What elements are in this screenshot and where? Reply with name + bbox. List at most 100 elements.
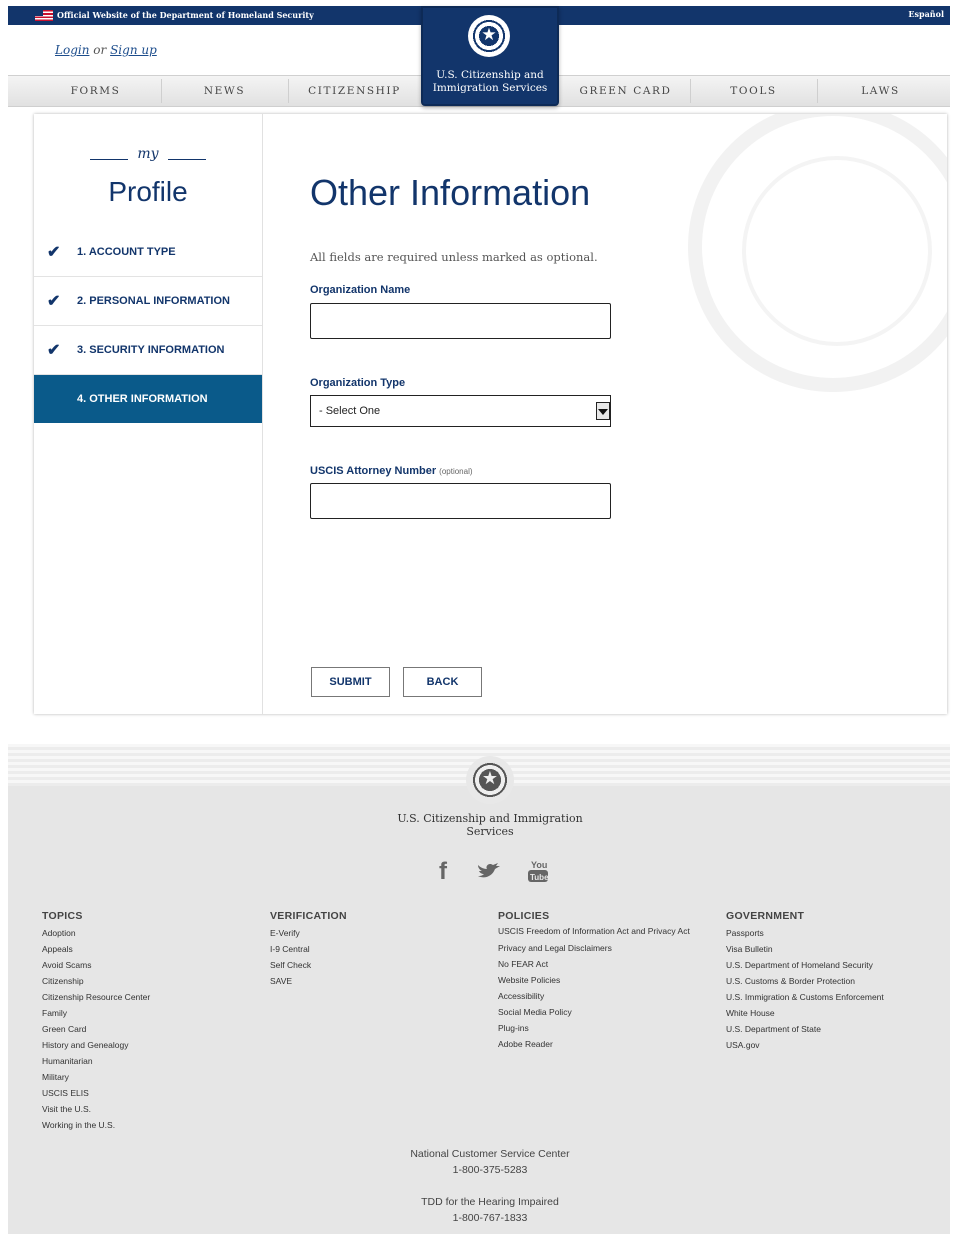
- footer-column-government: GOVERNMENT Passports Visa Bulletin U.S. …: [726, 910, 884, 1053]
- footer-link[interactable]: Humanitarian: [42, 1053, 150, 1069]
- organization-name-input[interactable]: [310, 303, 611, 339]
- footer-link[interactable]: U.S. Customs & Border Protection: [726, 973, 884, 989]
- footer-link[interactable]: Citizenship Resource Center: [42, 989, 150, 1005]
- footer-link[interactable]: Self Check: [270, 957, 347, 973]
- tdd-label: TDD for the Hearing Impaired: [421, 1196, 559, 1208]
- checkmark-icon: ✔: [47, 293, 61, 310]
- column-heading: POLICIES: [498, 910, 550, 922]
- footer-link[interactable]: Working in the U.S.: [42, 1117, 150, 1133]
- footer-link[interactable]: History and Genealogy: [42, 1037, 150, 1053]
- footer-link[interactable]: U.S. Department of Homeland Security: [726, 957, 884, 973]
- or-text: or: [93, 43, 107, 57]
- profile-title: Profile: [108, 176, 188, 207]
- footer-link[interactable]: Social Media Policy: [498, 1004, 708, 1020]
- dhs-seal-icon: [468, 15, 510, 57]
- column-heading: GOVERNMENT: [726, 910, 805, 922]
- step-label: 1. ACCOUNT TYPE: [77, 246, 176, 258]
- column-heading: VERIFICATION: [270, 910, 347, 922]
- footer-link[interactable]: I-9 Central: [270, 941, 347, 957]
- profile-card: my Profile ✔ 1. ACCOUNT TYPE ✔ 2. PERSON…: [34, 114, 947, 714]
- my-profile-decoration: my: [90, 146, 206, 170]
- footer-link[interactable]: U.S. Department of State: [726, 1021, 884, 1037]
- footer-link[interactable]: SAVE: [270, 973, 347, 989]
- footer-link[interactable]: Visit the U.S.: [42, 1101, 150, 1117]
- footer-link[interactable]: Privacy and Legal Disclaimers: [498, 940, 708, 956]
- nav-laws[interactable]: LAWS: [817, 76, 944, 106]
- footer-link[interactable]: Accessibility: [498, 988, 708, 1004]
- login-row: Login or Sign up: [55, 43, 157, 57]
- tdd-phone: 1-800-767-1833: [452, 1212, 528, 1224]
- footer-link[interactable]: USCIS Freedom of Information Act and Pri…: [498, 925, 708, 937]
- profile-sidebar: my Profile ✔ 1. ACCOUNT TYPE ✔ 2. PERSON…: [34, 114, 263, 714]
- footer-link[interactable]: E-Verify: [270, 925, 347, 941]
- svg-text:Tube: Tube: [530, 873, 549, 882]
- form-area: Other Information All fields are require…: [263, 114, 947, 714]
- attorney-number-input[interactable]: [310, 483, 611, 519]
- svg-text:You: You: [531, 860, 547, 870]
- checkmark-icon: ✔: [47, 244, 61, 261]
- footer-link[interactable]: White House: [726, 1005, 884, 1021]
- footer-dhs-seal-icon: [466, 756, 514, 804]
- footer-link[interactable]: Website Policies: [498, 972, 708, 988]
- checkmark-icon: ✔: [47, 342, 61, 359]
- logo-text: U.S. Citizenship and Immigration Service…: [432, 69, 548, 94]
- attorney-number-label-text: USCIS Attorney Number: [310, 465, 437, 477]
- nav-tools[interactable]: TOOLS: [690, 76, 817, 106]
- back-button[interactable]: BACK: [403, 667, 482, 697]
- organization-name-label: Organization Name: [310, 284, 411, 296]
- ncsc-phone: 1-800-375-5283: [452, 1164, 528, 1176]
- nav-forms[interactable]: FORMS: [28, 76, 163, 106]
- footer-link[interactable]: USA.gov: [726, 1037, 884, 1053]
- step-security-information[interactable]: ✔ 3. SECURITY INFORMATION: [34, 326, 262, 375]
- step-account-type[interactable]: ✔ 1. ACCOUNT TYPE: [34, 228, 262, 277]
- official-website-text: Official Website of the Department of Ho…: [57, 10, 314, 20]
- footer-link[interactable]: USCIS ELIS: [42, 1085, 150, 1101]
- organization-type-select[interactable]: - Select One: [310, 395, 611, 427]
- footer-link[interactable]: Plug-ins: [498, 1020, 708, 1036]
- login-link[interactable]: Login: [55, 43, 89, 57]
- optional-marker: (optional): [439, 467, 473, 476]
- footer-link[interactable]: Visa Bulletin: [726, 941, 884, 957]
- organization-type-value: - Select One: [319, 405, 381, 417]
- column-heading: TOPICS: [42, 910, 83, 922]
- step-personal-information[interactable]: ✔ 2. PERSONAL INFORMATION: [34, 277, 262, 326]
- footer-link[interactable]: Family: [42, 1005, 150, 1021]
- tdd-contact: TDD for the Hearing Impaired 1-800-767-1…: [330, 1194, 650, 1226]
- footer-link[interactable]: Avoid Scams: [42, 957, 150, 973]
- twitter-icon[interactable]: [476, 858, 502, 888]
- customer-service-contact: National Customer Service Center 1-800-3…: [330, 1146, 650, 1178]
- footer-link[interactable]: No FEAR Act: [498, 956, 708, 972]
- footer-link[interactable]: U.S. Immigration & Customs Enforcement: [726, 989, 884, 1005]
- attorney-number-label: USCIS Attorney Number (optional): [310, 465, 473, 477]
- footer-link[interactable]: Passports: [726, 925, 884, 941]
- step-label: 3. SECURITY INFORMATION: [77, 344, 225, 356]
- step-other-information[interactable]: 4. OTHER INFORMATION: [34, 375, 262, 423]
- step-label: 4. OTHER INFORMATION: [77, 393, 208, 405]
- footer-link[interactable]: Citizenship: [42, 973, 150, 989]
- nav-green-card[interactable]: GREEN CARD: [561, 76, 690, 106]
- uscis-logo[interactable]: U.S. Citizenship and Immigration Service…: [421, 6, 559, 106]
- organization-type-label: Organization Type: [310, 377, 406, 389]
- us-flag-icon: [35, 10, 53, 21]
- dropdown-arrow-icon: [596, 402, 610, 420]
- page-title: Other Information: [310, 172, 591, 213]
- signup-link[interactable]: Sign up: [110, 43, 157, 57]
- footer-link[interactable]: Appeals: [42, 941, 150, 957]
- ncsc-label: National Customer Service Center: [410, 1148, 570, 1160]
- footer-column-verification: VERIFICATION E-Verify I-9 Central Self C…: [270, 910, 347, 989]
- youtube-icon[interactable]: You Tube: [527, 858, 549, 888]
- footer-column-policies: POLICIES USCIS Freedom of Information Ac…: [498, 910, 708, 1052]
- submit-button[interactable]: SUBMIT: [311, 667, 390, 697]
- footer-link[interactable]: Adobe Reader: [498, 1036, 708, 1052]
- required-note: All fields are required unless marked as…: [310, 250, 598, 264]
- footer-column-topics: TOPICS Adoption Appeals Avoid Scams Citi…: [42, 910, 150, 1133]
- nav-citizenship[interactable]: CITIZENSHIP: [288, 76, 421, 106]
- footer-logo-text: U.S. Citizenship and Immigration Service…: [397, 812, 583, 838]
- facebook-icon[interactable]: f: [434, 858, 452, 886]
- nav-news[interactable]: NEWS: [161, 76, 288, 106]
- espanol-link[interactable]: Español: [908, 9, 944, 19]
- footer-link[interactable]: Green Card: [42, 1021, 150, 1037]
- footer-link[interactable]: Military: [42, 1069, 150, 1085]
- footer-link[interactable]: Adoption: [42, 925, 150, 941]
- step-label: 2. PERSONAL INFORMATION: [77, 295, 230, 307]
